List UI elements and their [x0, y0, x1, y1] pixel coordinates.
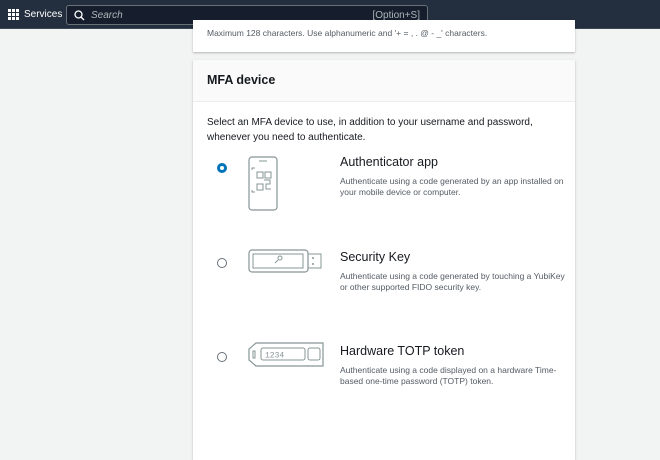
- authenticator-app-radio[interactable]: [217, 163, 227, 173]
- security-key-radio[interactable]: [217, 258, 227, 268]
- option-hardware-totp[interactable]: 1234 Hardware TOTP token Authenticate us…: [193, 350, 575, 420]
- option-title: Security Key: [340, 250, 410, 264]
- name-constraint-hint: Maximum 128 characters. Use alphanumeric…: [207, 28, 487, 38]
- mfa-description: Select an MFA device to use, in addition…: [207, 115, 567, 145]
- option-description: Authenticate using a code generated by a…: [340, 176, 565, 198]
- phone-qr-icon: [248, 156, 280, 212]
- services-menu-button[interactable]: Services: [24, 9, 62, 20]
- option-security-key[interactable]: Security Key Authenticate using a code g…: [193, 256, 575, 326]
- hardware-totp-radio[interactable]: [217, 352, 227, 362]
- services-grid-icon[interactable]: [8, 9, 19, 20]
- totp-token-icon: 1234: [248, 342, 326, 368]
- option-authenticator-app[interactable]: Authenticator app Authenticate using a c…: [193, 161, 575, 231]
- search-placeholder: Search: [91, 10, 123, 21]
- search-icon: [74, 10, 85, 21]
- option-title: Hardware TOTP token: [340, 344, 464, 358]
- option-title: Authenticator app: [340, 155, 438, 169]
- option-description: Authenticate using a code displayed on a…: [340, 365, 565, 387]
- mfa-device-heading: MFA device: [193, 60, 575, 102]
- usb-key-icon: [248, 249, 324, 275]
- token-display-text: 1234: [265, 352, 284, 361]
- mfa-device-card: MFA device Select an MFA device to use, …: [193, 60, 575, 460]
- option-description: Authenticate using a code generated by t…: [340, 271, 565, 293]
- user-name-card: Maximum 128 characters. Use alphanumeric…: [193, 20, 575, 52]
